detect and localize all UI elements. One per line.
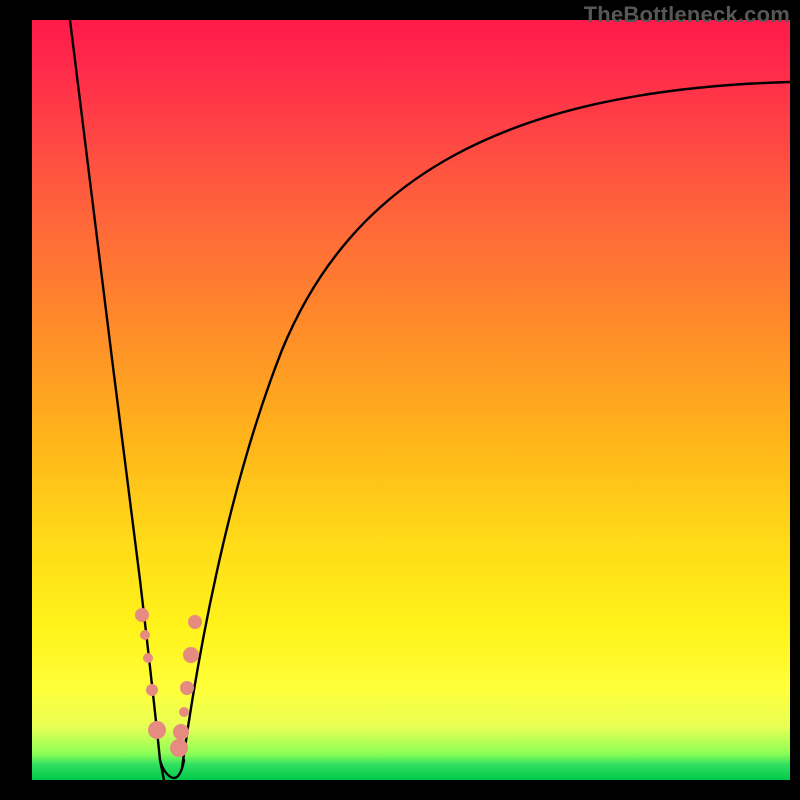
- dot-left: [146, 684, 158, 696]
- chart-area: [32, 20, 790, 780]
- dot-left: [148, 721, 166, 739]
- dot-left: [140, 630, 150, 640]
- chart-svg: [32, 20, 790, 780]
- curve-left: [70, 20, 164, 780]
- dot-right: [188, 615, 202, 629]
- dot-right: [170, 739, 188, 757]
- curve-right: [182, 82, 790, 768]
- dot-left: [143, 653, 153, 663]
- watermark-text: TheBottleneck.com: [584, 2, 790, 28]
- dot-right: [173, 724, 189, 740]
- dot-right: [183, 647, 199, 663]
- dot-left: [135, 608, 149, 622]
- dot-right: [179, 707, 189, 717]
- dot-right: [180, 681, 194, 695]
